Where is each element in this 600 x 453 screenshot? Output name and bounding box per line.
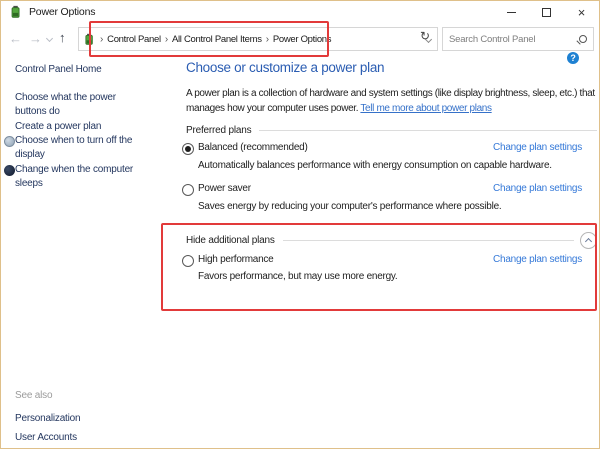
page-title: Choose or customize a power plan xyxy=(186,60,385,75)
sidebar-item-turn-off-display[interactable]: Choose when to turn off the display xyxy=(15,134,145,162)
preferred-plans-header: Preferred plans xyxy=(186,122,597,138)
plan-desc-high-performance: Favors performance, but may use more ene… xyxy=(198,271,398,282)
breadcrumb-control-panel[interactable]: Control Panel xyxy=(107,34,161,45)
see-also-heading: See also xyxy=(15,390,53,401)
search-icon[interactable] xyxy=(579,35,587,43)
sidebar-item-computer-sleeps[interactable]: Change when the computer sleeps xyxy=(15,163,141,191)
back-icon[interactable]: ← xyxy=(9,31,22,46)
power-options-icon xyxy=(85,33,93,45)
search-input[interactable] xyxy=(449,33,579,45)
additional-plans-header: Hide additional plans xyxy=(186,231,597,249)
close-icon: × xyxy=(577,4,586,20)
sidebar-item-personalization[interactable]: Personalization xyxy=(15,412,81,426)
plan-label-balanced[interactable]: Balanced (recommended) xyxy=(198,142,308,153)
sidebar-item-control-panel-home[interactable]: Control Panel Home xyxy=(15,63,102,77)
radio-high-performance[interactable] xyxy=(182,255,194,267)
sidebar-item-power-buttons[interactable]: Choose what the power buttons do xyxy=(15,91,137,119)
search-box[interactable] xyxy=(442,27,594,51)
tell-me-more-link[interactable]: Tell me more about power plans xyxy=(360,103,492,114)
section-divider xyxy=(259,129,597,131)
power-options-icon xyxy=(11,5,20,18)
collapse-plans-button[interactable] xyxy=(580,231,597,249)
help-icon[interactable]: ? xyxy=(567,52,579,64)
plan-label-high-performance[interactable]: High performance xyxy=(198,254,274,265)
refresh-icon[interactable]: ↻ xyxy=(420,29,430,43)
section-title: Hide additional plans xyxy=(186,234,275,246)
display-icon xyxy=(4,136,15,147)
sidebar-item-user-accounts[interactable]: User Accounts xyxy=(15,431,77,445)
plan-label-power-saver[interactable]: Power saver xyxy=(198,183,251,194)
minimize-button[interactable] xyxy=(494,1,529,23)
change-plan-settings-balanced[interactable]: Change plan settings xyxy=(493,142,582,153)
breadcrumb-chevron-icon: › xyxy=(100,33,104,45)
forward-icon[interactable]: → xyxy=(29,31,42,46)
power-options-window: Power Options × ← → ↑ › Control Panel › … xyxy=(0,0,600,449)
breadcrumb-chevron-icon: › xyxy=(164,33,168,45)
change-plan-settings-high-performance[interactable]: Change plan settings xyxy=(493,254,582,265)
up-icon[interactable]: ↑ xyxy=(59,30,66,45)
breadcrumb-all-items[interactable]: All Control Panel Items xyxy=(172,34,262,45)
chevron-up-icon xyxy=(584,237,593,245)
sidebar-item-create-plan[interactable]: Create a power plan xyxy=(15,120,155,134)
recent-locations-chevron-icon[interactable] xyxy=(45,34,54,43)
radio-power-saver[interactable] xyxy=(182,184,194,196)
minimize-icon xyxy=(507,11,516,13)
plan-desc-power-saver: Saves energy by reducing your computer's… xyxy=(198,201,502,212)
section-title: Preferred plans xyxy=(186,124,252,136)
breadcrumb-power-options[interactable]: Power Options xyxy=(273,34,332,45)
maximize-button[interactable] xyxy=(529,1,564,23)
radio-balanced[interactable] xyxy=(182,143,194,155)
sleep-icon xyxy=(4,165,15,176)
window-title: Power Options xyxy=(29,6,96,18)
title-bar: Power Options × xyxy=(1,1,599,23)
address-bar[interactable]: › Control Panel › All Control Panel Item… xyxy=(78,27,438,51)
section-divider xyxy=(282,239,574,241)
maximize-icon xyxy=(542,7,551,17)
change-plan-settings-power-saver[interactable]: Change plan settings xyxy=(493,183,582,194)
breadcrumb-chevron-icon: › xyxy=(265,33,269,45)
close-button[interactable]: × xyxy=(564,1,599,23)
plan-desc-balanced: Automatically balances performance with … xyxy=(198,160,552,171)
intro-text: A power plan is a collection of hardware… xyxy=(186,86,600,116)
